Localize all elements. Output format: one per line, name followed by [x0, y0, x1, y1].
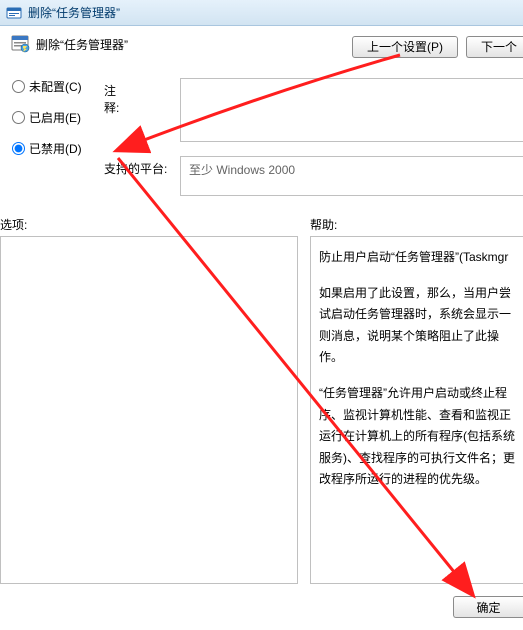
help-paragraph-3: “任务管理器”允许用户启动或终止程序、监视计算机性能、查看和监视正运行在计算机上…	[319, 383, 515, 491]
radio-enabled-label: 已启用(E)	[29, 109, 81, 126]
radio-enabled[interactable]: 已启用(E)	[12, 109, 82, 126]
platform-value: 至少 Windows 2000	[189, 163, 295, 177]
comment-label: 注释:	[104, 82, 119, 116]
window-title: 删除“任务管理器”	[28, 4, 120, 21]
comment-field[interactable]	[180, 78, 523, 142]
policy-icon	[10, 34, 30, 54]
options-pane	[0, 236, 298, 584]
dialog-buttons: 确定	[453, 596, 523, 618]
help-paragraph-1: 防止用户启动“任务管理器”(Taskmgr	[319, 247, 515, 269]
nav-buttons: 上一个设置(P) 下一个	[352, 36, 523, 58]
help-paragraph-2: 如果启用了此设置，那么，当用户尝试启动任务管理器时，系统会显示一则消息，说明某个…	[319, 283, 515, 369]
policy-title: 删除“任务管理器”	[36, 36, 128, 53]
help-section-label: 帮助:	[310, 216, 337, 233]
radio-disabled[interactable]: 已禁用(D)	[12, 140, 82, 157]
supported-platform-field: 至少 Windows 2000	[180, 156, 523, 196]
radio-disabled-input[interactable]	[12, 142, 25, 155]
next-setting-button[interactable]: 下一个	[466, 36, 523, 58]
radio-enabled-input[interactable]	[12, 111, 25, 124]
radio-disabled-label: 已禁用(D)	[29, 140, 82, 157]
radio-not-configured-label: 未配置(C)	[29, 78, 82, 95]
title-bar: 删除“任务管理器”	[0, 0, 523, 26]
app-icon	[6, 5, 22, 21]
help-pane: 防止用户启动“任务管理器”(Taskmgr 如果启用了此设置，那么，当用户尝试启…	[310, 236, 523, 584]
radio-not-configured[interactable]: 未配置(C)	[12, 78, 82, 95]
prev-setting-button[interactable]: 上一个设置(P)	[352, 36, 458, 58]
state-radio-group: 未配置(C) 已启用(E) 已禁用(D)	[12, 78, 82, 157]
radio-not-configured-input[interactable]	[12, 80, 25, 93]
ok-button[interactable]: 确定	[453, 596, 523, 618]
platform-label: 支持的平台:	[104, 160, 167, 177]
options-section-label: 选项:	[0, 216, 27, 233]
